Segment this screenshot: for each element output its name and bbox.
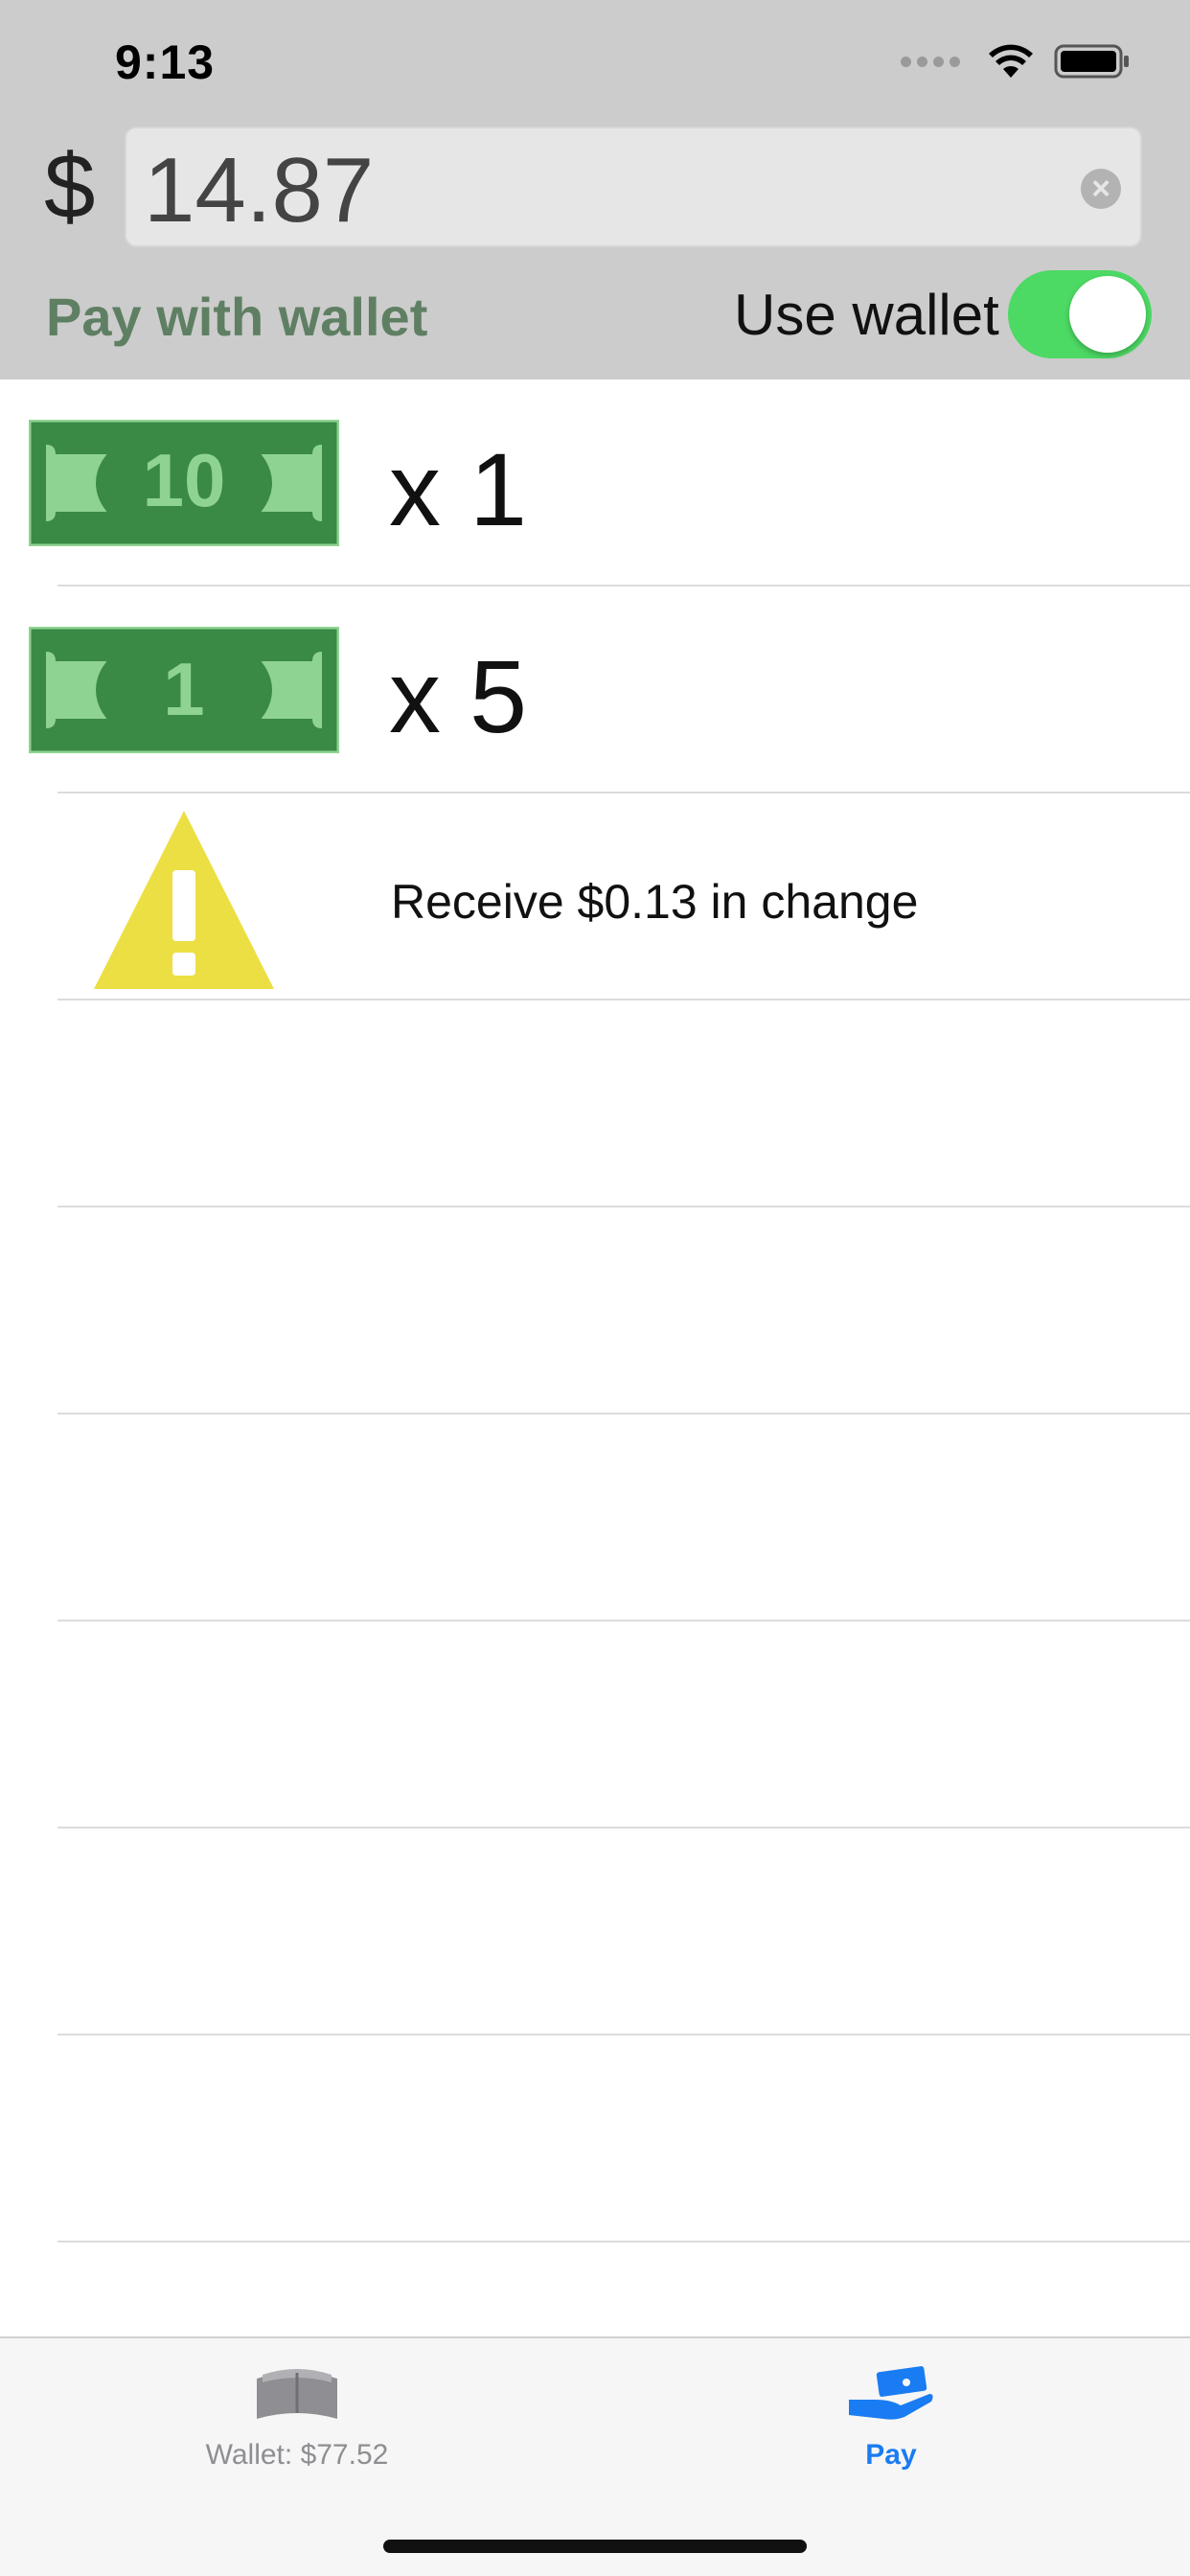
currency-symbol: $ [44, 135, 96, 238]
empty-row [0, 2036, 1190, 2242]
tab-pay[interactable]: Pay [699, 2365, 1083, 2472]
bill-count: x 5 [389, 638, 528, 754]
pay-with-wallet-label: Pay with wallet [46, 287, 428, 347]
wallet-icon [257, 2369, 337, 2419]
signal-icon [901, 56, 960, 67]
empty-row [0, 1828, 1190, 2036]
toggle-knob [1069, 276, 1146, 353]
header: 9:13 $ 14.87 × Pay with wallet Use walle… [0, 0, 1190, 380]
bill-value: 10 [143, 438, 226, 522]
bill-icon: 10 [29, 420, 339, 546]
list-item: 1 x 5 [0, 586, 1190, 794]
empty-row [0, 1000, 1190, 1208]
amount-input[interactable]: 14.87 × [125, 126, 1142, 247]
battery-icon [1054, 44, 1129, 79]
wifi-icon [989, 44, 1033, 78]
amount-value[interactable]: 14.87 [144, 138, 374, 243]
payment-list: 10 x 1 1 x 5 Receive $0.13 in change [0, 380, 1190, 2242]
status-icons [901, 42, 1131, 80]
clear-icon[interactable]: × [1081, 169, 1121, 209]
use-wallet-toggle[interactable] [1008, 270, 1152, 358]
pay-icon [849, 2366, 933, 2420]
empty-row [0, 1414, 1190, 1622]
warning-icon [94, 811, 274, 989]
home-indicator [383, 2540, 807, 2553]
tab-pay-label: Pay [865, 2439, 917, 2471]
change-text: Receive $0.13 in change [391, 875, 919, 929]
use-wallet-label: Use wallet [734, 283, 999, 347]
list-item: 10 x 1 [0, 380, 1190, 586]
bill-value: 1 [163, 647, 204, 731]
tab-wallet-label: Wallet: $77.52 [205, 2439, 389, 2471]
bill-count: x 1 [389, 431, 528, 547]
status-time: 9:13 [115, 35, 216, 89]
empty-row [0, 1208, 1190, 1414]
tab-wallet[interactable]: Wallet: $77.52 [105, 2365, 489, 2472]
row-separator [57, 2241, 1190, 2242]
list-item: Receive $0.13 in change [0, 794, 1190, 1000]
empty-row [0, 1622, 1190, 1828]
bill-icon: 1 [29, 627, 339, 753]
